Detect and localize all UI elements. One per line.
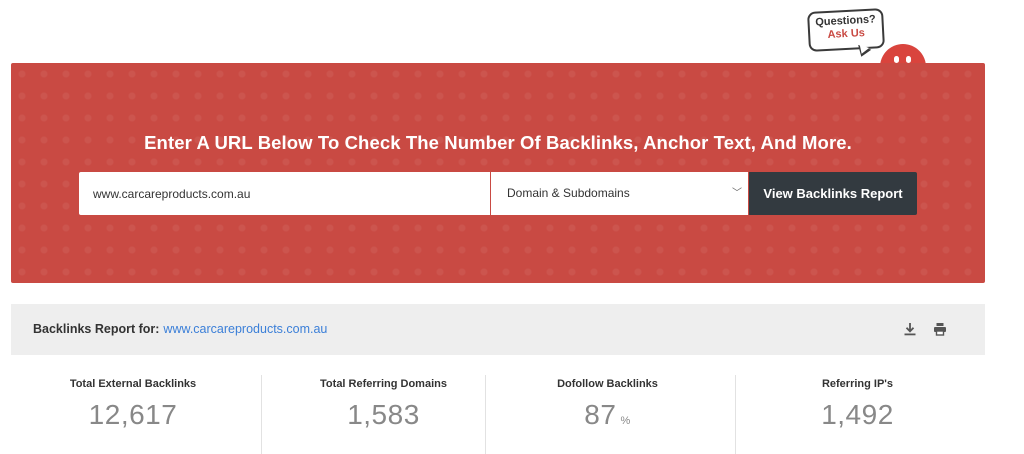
chevron-down-icon: ﹀ <box>732 188 742 199</box>
stat-value: 87% <box>486 399 729 431</box>
stat-unit-percent: % <box>620 415 631 427</box>
stats-row: Total External Backlinks 12,617 Total Re… <box>11 375 985 454</box>
hero-search-panel: Enter A URL Below To Check The Number Of… <box>11 63 985 283</box>
report-domain-link[interactable]: www.carcareproducts.com.au <box>163 322 327 336</box>
report-header-bar: Backlinks Report for: www.carcareproducts… <box>11 304 985 355</box>
hero-title: Enter A URL Below To Check The Number Of… <box>144 132 852 153</box>
stat-label: Dofollow Backlinks <box>557 378 658 390</box>
scope-select[interactable]: Domain & Subdomains ﹀ <box>490 172 749 215</box>
mascot-eye-left <box>894 56 899 63</box>
report-label-text: Backlinks Report for: <box>33 322 160 336</box>
search-form: Domain & Subdomains ﹀ View Backlinks Rep… <box>79 172 917 215</box>
mascot-eye-right <box>906 56 911 63</box>
stat-number: 1,492 <box>821 399 894 430</box>
stat-label: Total External Backlinks <box>69 378 197 390</box>
stat-value: 12,617 <box>11 399 255 431</box>
stat-label: Referring IP's <box>821 378 894 390</box>
download-icon[interactable] <box>902 321 918 337</box>
stat-number: 87 <box>584 399 617 430</box>
stat-number: 1,583 <box>347 399 420 430</box>
stat-number: 12,617 <box>88 399 178 430</box>
speech-bubble[interactable]: Questions? Ask Us <box>807 8 885 52</box>
stat-value: 1,583 <box>262 399 505 431</box>
stat-total-external-backlinks: Total External Backlinks 12,617 <box>11 375 255 454</box>
url-input[interactable] <box>79 172 490 215</box>
stat-label: Total Referring Domains <box>320 378 447 390</box>
stat-value: 1,492 <box>736 399 979 431</box>
stat-total-referring-domains: Total Referring Domains 1,583 <box>261 375 505 454</box>
ask-us-mascot[interactable]: Questions? Ask Us <box>806 6 930 74</box>
report-label: Backlinks Report for: www.carcareproducts… <box>33 304 327 355</box>
page: Questions? Ask Us Enter A URL Below To C… <box>0 0 1024 454</box>
print-icon[interactable] <box>932 321 948 337</box>
view-backlinks-report-button[interactable]: View Backlinks Report <box>749 172 917 215</box>
stat-referring-ips: Referring IP's 1,492 <box>735 375 979 454</box>
stat-dofollow-backlinks: Dofollow Backlinks 87% <box>485 375 729 454</box>
scope-selected-value: Domain & Subdomains <box>507 186 630 200</box>
